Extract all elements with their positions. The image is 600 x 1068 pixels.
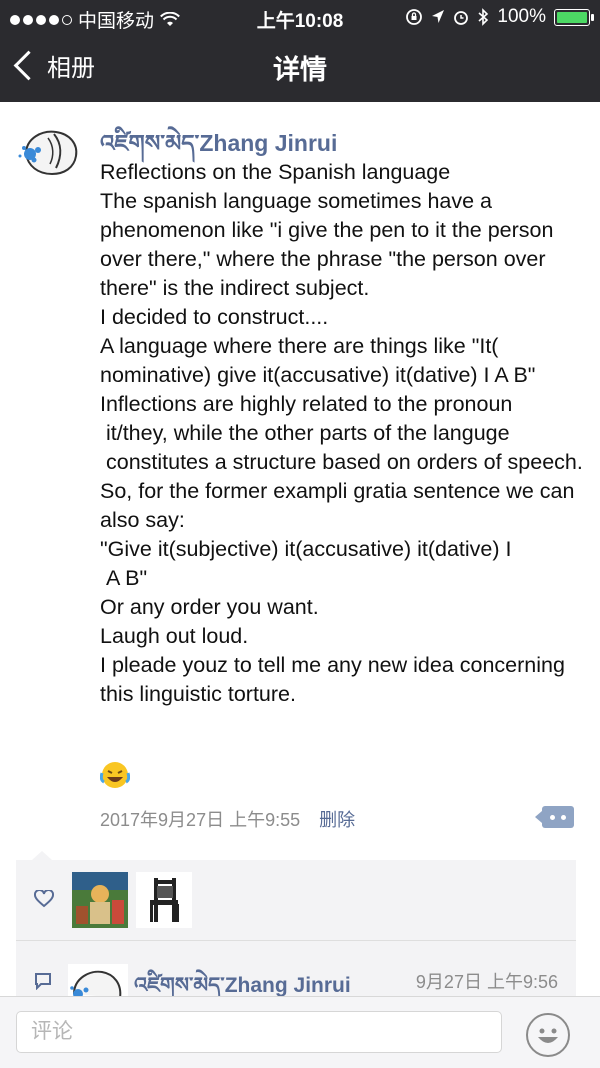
alarm-icon xyxy=(454,11,469,25)
post-line: A language where there are things like "… xyxy=(100,334,536,387)
post-line: "Give it(subjective) it(accusative) it(d… xyxy=(100,537,512,590)
likes-comments-panel: འཛིགས་མེད་Zhang Jinrui 9月27日 上午9:56 xyxy=(16,851,576,1000)
post-line: So, for the former exampli gratia senten… xyxy=(100,479,581,532)
battery-icon xyxy=(554,8,594,26)
post-line: Or any order you want. xyxy=(100,595,319,619)
liker-avatar[interactable] xyxy=(72,872,128,928)
more-actions-button[interactable] xyxy=(535,806,574,828)
comment-icon xyxy=(35,973,51,990)
post-meta: 2017年9月27日 上午9:55 删除 xyxy=(100,806,355,832)
nav-bar: 相册 详情 xyxy=(0,34,600,102)
page-title: 详情 xyxy=(273,55,327,85)
commenter-avatar[interactable] xyxy=(68,964,128,1000)
post-line: The spanish language sometimes have a ph… xyxy=(100,189,560,300)
post-line: Inflections are highly related to the pr… xyxy=(100,392,583,474)
delete-button[interactable]: 删除 xyxy=(319,810,355,830)
post-line: Laugh out loud. xyxy=(100,624,249,648)
post-line: I pleade youz to tell me any new idea co… xyxy=(100,653,571,706)
comment-time: 9月27日 上午9:56 xyxy=(415,972,558,992)
post-timestamp: 2017年9月27日 上午9:55 xyxy=(100,810,301,830)
comment-input[interactable] xyxy=(16,1011,502,1053)
post-line: I decided to construct.... xyxy=(100,305,329,329)
smiley-icon xyxy=(538,1028,558,1043)
liker-avatar[interactable] xyxy=(136,872,192,928)
location-icon xyxy=(432,10,445,23)
status-bar: 中国移动 上午10:08 100% xyxy=(0,0,600,34)
author-avatar[interactable] xyxy=(18,124,84,180)
top-bar: 中国移动 上午10:08 100% 相册 详情 xyxy=(0,0,600,102)
laughing-emoji-icon xyxy=(100,762,130,788)
emoji-button[interactable] xyxy=(526,1013,570,1057)
heart-icon xyxy=(34,890,54,908)
battery-percent: 100% xyxy=(497,6,546,27)
comment-bar xyxy=(0,996,600,1068)
rotation-lock-icon xyxy=(406,9,423,25)
bluetooth-icon xyxy=(478,8,489,26)
post-line: Reflections on the Spanish language xyxy=(100,160,451,184)
likes-row xyxy=(16,860,576,941)
post-text: Reflections on the Spanish language The … xyxy=(100,158,590,709)
